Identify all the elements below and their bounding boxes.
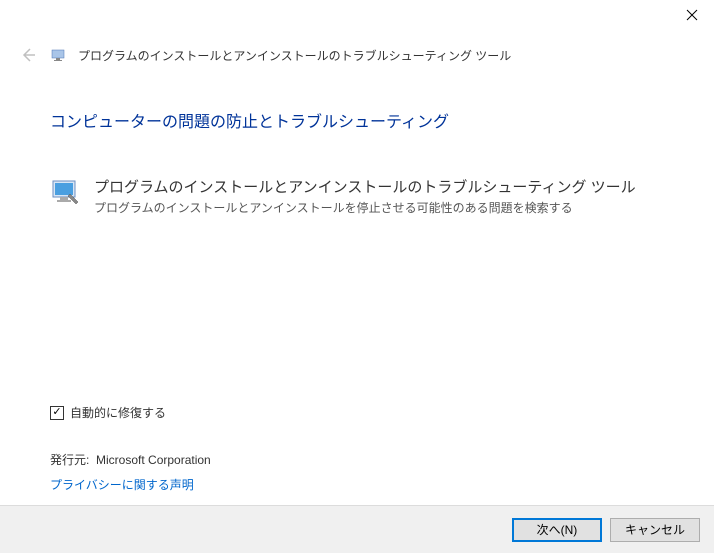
tool-item: プログラムのインストールとアンインストールのトラブルシューティング ツール プロ… [50,176,664,216]
tool-icon [50,176,82,208]
footer-bar: 次へ(N) キャンセル [0,505,714,553]
tool-title: プログラムのインストールとアンインストールのトラブルシューティング ツール [94,176,636,197]
close-icon[interactable] [686,8,698,24]
cancel-button[interactable]: キャンセル [610,518,700,542]
next-button[interactable]: 次へ(N) [512,518,602,542]
back-arrow-icon [18,45,38,65]
page-heading: コンピューターの問題の防止とトラブルシューティング [50,108,664,132]
publisher-label: 発行元: Microsoft Corporation [50,451,664,468]
wizard-title: プログラムのインストールとアンインストールのトラブルシューティング ツール [78,47,511,64]
privacy-link[interactable]: プライバシーに関する声明 [50,476,664,493]
auto-repair-checkbox[interactable]: ✓ [50,406,64,420]
tool-description: プログラムのインストールとアンインストールを停止させる可能性のある問題を検索する [94,199,636,216]
troubleshooter-icon [50,47,66,63]
wizard-header: プログラムのインストールとアンインストールのトラブルシューティング ツール [18,45,511,65]
auto-repair-label: 自動的に修復する [70,404,166,421]
